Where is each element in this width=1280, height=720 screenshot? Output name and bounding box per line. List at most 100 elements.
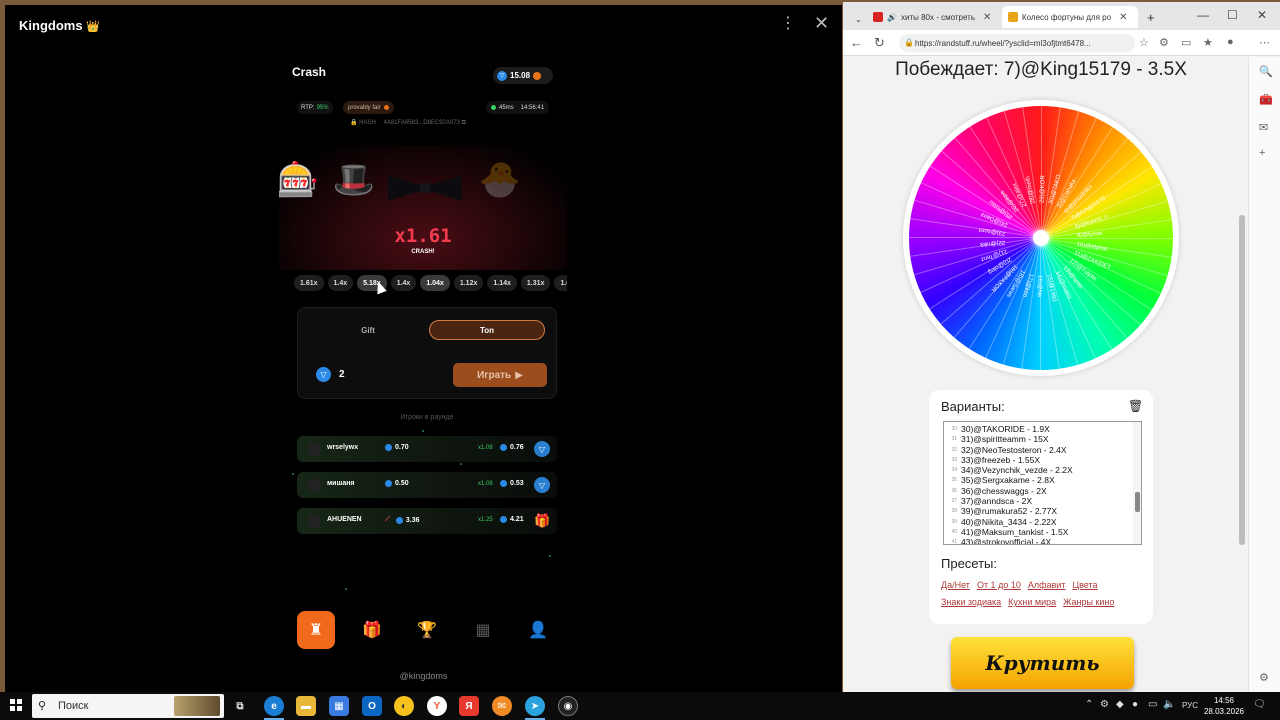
variants-textarea[interactable]: 30 30)@TAKORIDE - 1.9X 31 31)@spiritteamm -… [943,421,1142,545]
tab-ton[interactable]: Ton [429,320,545,340]
favorite-icon[interactable]: ☆ [1139,36,1149,49]
rtp-label: RTP: [301,104,315,111]
footer-handle[interactable]: @kingdoms [5,671,842,681]
line-number: 30 [951,426,957,432]
more-vertical-icon[interactable]: ⋮ [780,16,796,32]
history-chip[interactable]: 1.04x [420,275,450,291]
preset-link[interactable]: Алфавит [1028,580,1066,590]
windows-start-icon[interactable] [10,699,22,711]
variants-scrollbar[interactable] [1133,422,1141,544]
minimize-icon[interactable]: — [1197,8,1209,22]
variant-line: 33 33)@freezeb - 1.55X [946,455,1141,465]
preset-link[interactable]: Цвета [1072,580,1097,590]
shopping-icon[interactable]: 🧰 [1259,93,1273,106]
provably-fair-badge[interactable]: provably fair [343,101,394,114]
extensions-icon[interactable]: ⚙ [1159,36,1169,49]
variant-text: 31)@spiritteamm - 15X [961,434,1049,445]
variants-title: Варианты: [941,399,1005,414]
copy-icon[interactable]: ⧉ [462,120,466,126]
preset-link[interactable]: От 1 до 10 [977,580,1021,590]
bet-amount-input[interactable]: ▽ 2 [316,367,345,382]
history-chip[interactable]: 1.12x [453,275,484,291]
variant-line: 38 39)@rumakura52 - 2.77X [946,506,1141,516]
fortune-wheel[interactable]: 3)@Dahaka -6)@prazdniko 7)@King15179 8)@kr… [903,100,1179,376]
variant-text: 40)@Nikita_3434 - 2.22X [961,516,1057,527]
browser-tab-2[interactable]: Колесо фортуны для ро ✕ [1002,6,1138,28]
nav-gift-icon[interactable]: 🎁 [353,611,391,649]
trash-icon[interactable]: 🗑 [1128,399,1143,413]
profile-avatar[interactable]: ● [1227,36,1234,48]
nav-tasks-icon[interactable]: ▦ [464,611,502,649]
language-indicator[interactable]: РУС [1182,701,1198,710]
obs-icon[interactable]: ◉ [558,696,578,716]
preset-link[interactable]: Кухни мира [1008,597,1056,607]
tray-expand-icon[interactable]: ⌃ [1085,699,1093,710]
notifications-icon[interactable]: 🗨 [1253,699,1266,710]
add-sidebar-icon[interactable]: + [1259,147,1265,159]
preset-link[interactable]: Да/Нет [941,580,970,590]
explorer-icon[interactable]: ▬ [296,696,316,716]
player-bet: 0.70 [385,444,409,451]
close-tab-icon[interactable]: ✕ [983,12,991,23]
balance-badge[interactable]: ▽ 15.08 [493,67,553,84]
tab-gift[interactable]: Gift [310,320,426,340]
close-icon[interactable]: ✕ [814,14,829,32]
task-view-icon[interactable]: ⧉ [230,696,250,716]
store-icon[interactable]: ▦ [329,696,349,716]
new-tab-icon[interactable]: + [1141,6,1161,28]
back-icon[interactable]: ← [850,35,863,50]
nav-profile-icon[interactable]: 👤 [519,611,557,649]
more-icon[interactable]: ⋯ [1259,36,1270,49]
yandex-browser-icon[interactable]: Y [427,696,447,716]
taskbar-clock[interactable]: 14:56 28.03.2026 [1200,695,1248,717]
hash-row[interactable]: 🔒 HASH 4A81FA6583...D8EC92A073 ⧉ [350,119,466,127]
taskbar-search[interactable]: ⚲ Поиск [32,694,224,718]
tab-strip: ⌄ 🔊 хиты 80х - смотреть ✕ Колесо фортуны… [843,2,1280,30]
mail-icon[interactable]: ✉ [492,696,512,716]
network-icon[interactable]: ▭ [1148,699,1157,710]
crash-label: CRASH! [411,249,435,255]
page-scrollbar[interactable] [1239,215,1245,545]
maximize-icon[interactable]: ☐ [1227,8,1238,22]
search-icon[interactable]: 🔍 [1259,65,1273,78]
url-input[interactable]: 🔒 https://randstuff.ru/wheel/?ysclid=ml3… [899,34,1135,52]
cat-icon: 🐱 [536,161,567,199]
telegram-icon[interactable]: ➤ [525,696,545,716]
preset-link[interactable]: Знаки зодиака [941,597,1001,607]
history-chip[interactable]: 1.61x [294,275,324,291]
ping-badge: 45ms 14:56:41 [486,101,550,114]
tray-app-icon[interactable]: ● [1132,699,1138,710]
sidebar-settings-icon[interactable]: ⚙ [1259,671,1269,684]
browser-tab-1[interactable]: 🔊 хиты 80х - смотреть ✕ [867,6,1001,28]
variants-scroll-thumb[interactable] [1135,492,1140,512]
collections-icon[interactable]: ★ [1203,36,1213,49]
tray-app-icon[interactable]: ◆ [1116,699,1124,710]
crash-stage: 🎰 🎩 🐣 🐱 x1.61 CRASH! [279,145,567,270]
outlook-icon[interactable]: O [362,696,382,716]
edge-icon[interactable]: e [264,696,284,716]
tray-app-icon[interactable]: ⚙ [1100,699,1109,710]
close-window-icon[interactable]: ✕ [1257,8,1267,22]
history-chip[interactable]: 1.14x [487,275,517,291]
preset-link[interactable]: Жанры кино [1063,597,1114,607]
volume-icon[interactable]: 🔈 [1163,699,1175,710]
split-view-icon[interactable]: ▭ [1181,36,1191,49]
spark [549,555,551,557]
yandex-icon[interactable]: Я [459,696,479,716]
history-chip[interactable]: 1.4x [327,275,354,291]
bowtie-icon [388,175,462,201]
rtp-value: 95% [316,104,329,111]
play-button[interactable]: Играть ▶ [453,363,547,387]
tab-list-chevron-icon[interactable]: ⌄ [849,8,868,30]
nav-castle-icon[interactable]: ♜ [297,611,335,649]
history-chip[interactable]: 1.6x [554,275,567,291]
spin-button[interactable]: Крутить [951,637,1134,689]
outlook-icon[interactable]: ✉ [1259,121,1268,134]
close-tab-icon[interactable]: ✕ [1119,12,1127,23]
reload-icon[interactable]: ↻ [874,35,885,51]
nav-trophy-icon[interactable]: 🏆 [408,611,446,649]
history-chip[interactable]: 1.4x [390,275,417,291]
history-chip[interactable]: 1.31x [520,275,551,291]
clock-time: 14:56 [1213,696,1235,705]
opera-gx-icon[interactable]: ◐ [394,696,414,716]
